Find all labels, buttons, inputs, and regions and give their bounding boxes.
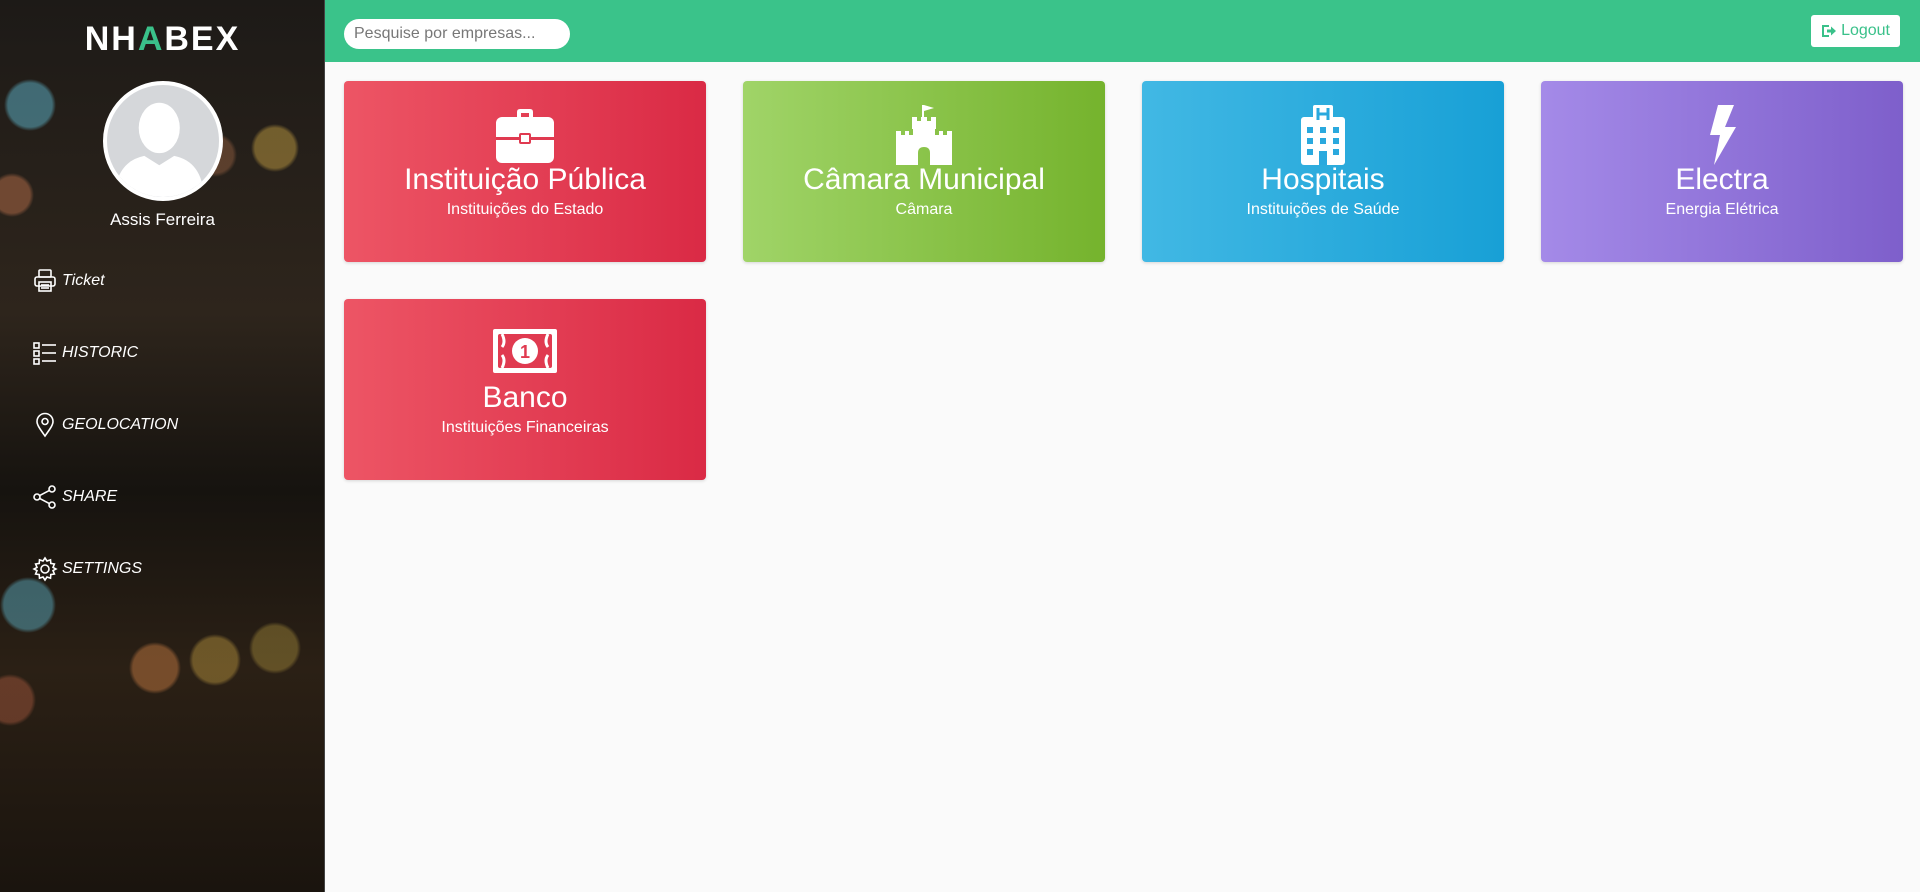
sidebar: NHABEX Assis Ferreira Ticket HISTORIC GE… <box>0 0 325 892</box>
lightning-icon <box>1710 105 1736 165</box>
card-electra[interactable]: Electra Energia Elétrica <box>1541 81 1903 262</box>
printer-icon <box>34 269 56 292</box>
card-banco[interactable]: 1 Banco Instituições Financeiras <box>344 299 706 480</box>
card-subtitle: Instituições de Saúde <box>1246 201 1400 218</box>
card-subtitle: Energia Elétrica <box>1665 201 1779 218</box>
card-title: Electra <box>1675 163 1769 196</box>
share-icon <box>33 485 56 509</box>
user-name: Assis Ferreira <box>110 210 215 229</box>
topbar: Logout <box>325 0 1920 62</box>
logout-label: Logout <box>1841 22 1890 39</box>
sidebar-item-label: SETTINGS <box>62 560 143 577</box>
card-title: Banco <box>482 381 568 414</box>
briefcase-icon <box>496 109 554 163</box>
card-subtitle: Instituições Financeiras <box>441 419 609 436</box>
card-instituicao-publica[interactable]: Instituição Pública Instituições do Esta… <box>344 81 706 262</box>
card-title: Câmara Municipal <box>803 163 1045 196</box>
sidebar-item-historic[interactable]: HISTORIC <box>32 338 178 368</box>
card-hospitais[interactable]: Hospitais Instituições de Saúde <box>1142 81 1504 262</box>
sidebar-item-share[interactable]: SHARE <box>32 482 178 512</box>
sidebar-item-label: SHARE <box>62 488 118 505</box>
brand-logo[interactable]: NHABEX <box>0 20 325 59</box>
sidebar-menu: Ticket HISTORIC GEOLOCATION SHARE SETTIN… <box>32 266 178 626</box>
card-title: Hospitais <box>1261 163 1385 196</box>
sidebar-item-label: GEOLOCATION <box>62 416 179 433</box>
sidebar-item-settings[interactable]: SETTINGS <box>32 554 178 584</box>
castle-icon <box>896 105 952 165</box>
map-pin-icon <box>36 412 54 438</box>
money-icon: 1 <box>493 329 557 373</box>
search-input[interactable] <box>344 19 570 49</box>
sidebar-item-label: Ticket <box>62 272 105 289</box>
logout-button[interactable]: Logout <box>1811 15 1900 47</box>
card-camara-municipal[interactable]: Câmara Municipal Câmara <box>743 81 1105 262</box>
card-subtitle: Câmara <box>895 201 953 218</box>
sign-out-icon <box>1822 25 1837 37</box>
card-title: Instituição Pública <box>404 163 646 196</box>
sidebar-item-ticket[interactable]: Ticket <box>32 266 178 296</box>
svg-text:1: 1 <box>520 342 530 362</box>
sidebar-item-label: HISTORIC <box>62 344 139 361</box>
user-silhouette-icon <box>114 102 205 197</box>
avatar[interactable] <box>103 81 223 201</box>
hospital-icon <box>1301 105 1345 165</box>
sidebar-item-geolocation[interactable]: GEOLOCATION <box>32 410 178 440</box>
gear-icon <box>32 556 58 582</box>
card-subtitle: Instituições do Estado <box>446 201 604 218</box>
list-icon <box>33 342 56 365</box>
